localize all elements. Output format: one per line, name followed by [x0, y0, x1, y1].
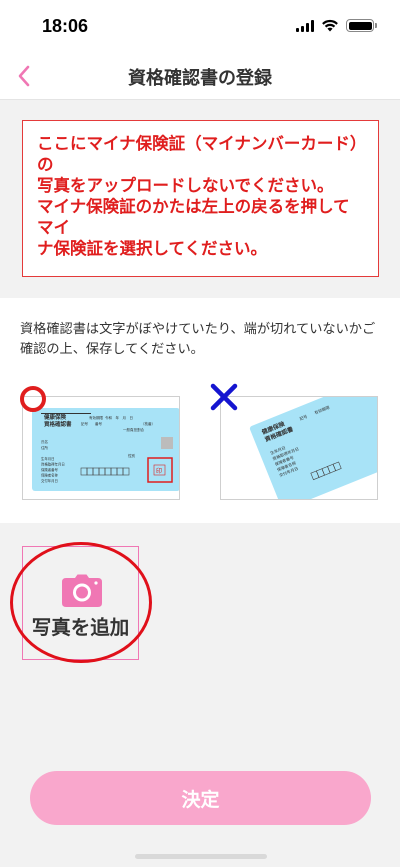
bad-sample-image: 健康保険 資格確認書 記号 有効期限 生年月日 資格取得年月日 保険者番号 保険者名称…: [220, 396, 378, 500]
add-photo-button[interactable]: 写真を追加: [22, 546, 139, 660]
card-header-1: 記号: [81, 421, 88, 426]
battery-icon: [346, 19, 377, 32]
card-field-label: 生年月日: [41, 456, 55, 461]
info-section: 資格確認書は文字がぼやけていたり、端が切れていないかご確認の上、保存してください…: [0, 298, 400, 523]
sample-card-illustration: 健康保険 資格確認書 有効期限 令和 年 月 日 記号 番号 （枝番） 一般負担…: [32, 408, 179, 491]
card-name: 氏名: [41, 439, 48, 444]
card-header-2: 番号: [95, 421, 102, 426]
card-field-label: 交付年月日: [41, 478, 58, 483]
card-field-label: 保険者名称: [41, 473, 59, 478]
card-branch: （枝番）: [141, 421, 155, 426]
card-title-2: 資格確認書: [44, 420, 72, 428]
card-title-1: 健康保険: [44, 413, 67, 421]
card-header-3: 有効期限: [89, 415, 103, 420]
status-icons: [296, 19, 377, 32]
wifi-icon: [322, 19, 338, 32]
ok-circle-icon: [20, 386, 46, 412]
warning-text: ここにマイナ保険証（マイナンバーカード）の 写真をアップロードしないでください。…: [37, 134, 359, 258]
submit-button[interactable]: 決定: [30, 771, 371, 825]
page-title: 資格確認書の登録: [128, 68, 272, 89]
status-time: 18:06: [42, 16, 89, 36]
card-date: 令和 年 月 日: [105, 415, 133, 420]
add-photo-section: 写真を追加 決定: [0, 523, 400, 867]
card-field-label: 保険者番号: [41, 467, 59, 472]
tilted-card-illustration: 健康保険 資格確認書 記号 有効期限 生年月日資格取得年月日保険者番号保険者名称…: [249, 397, 377, 499]
nav-bar: 資格確認書の登録: [0, 52, 400, 100]
warning-box: ここにマイナ保険証（マイナンバーカード）の 写真をアップロードしないでください。…: [22, 120, 379, 277]
add-photo-label: 写真を追加: [31, 616, 130, 639]
card-address: 住所: [41, 445, 48, 450]
home-indicator: [135, 854, 267, 859]
status-bar: 18:06: [0, 0, 400, 52]
camera-icon: [62, 574, 102, 607]
signal-icon: [296, 19, 314, 32]
card-sex: 性別: [128, 453, 135, 458]
card-field-label: 資格取得年月日: [41, 462, 65, 467]
ng-cross-icon: [210, 383, 238, 411]
card-stamp: 印: [156, 468, 162, 475]
card-header-4: 一般負担割合: [123, 427, 144, 432]
info-text: 資格確認書は文字がぼやけていたり、端が切れていないかご確認の上、保存してください…: [20, 322, 376, 357]
warning-section: ここにマイナ保険証（マイナンバーカード）の 写真をアップロードしないでください。…: [0, 101, 400, 298]
good-sample-image: 健康保険 資格確認書 有効期限 令和 年 月 日 記号 番号 （枝番） 一般負担…: [22, 396, 180, 500]
